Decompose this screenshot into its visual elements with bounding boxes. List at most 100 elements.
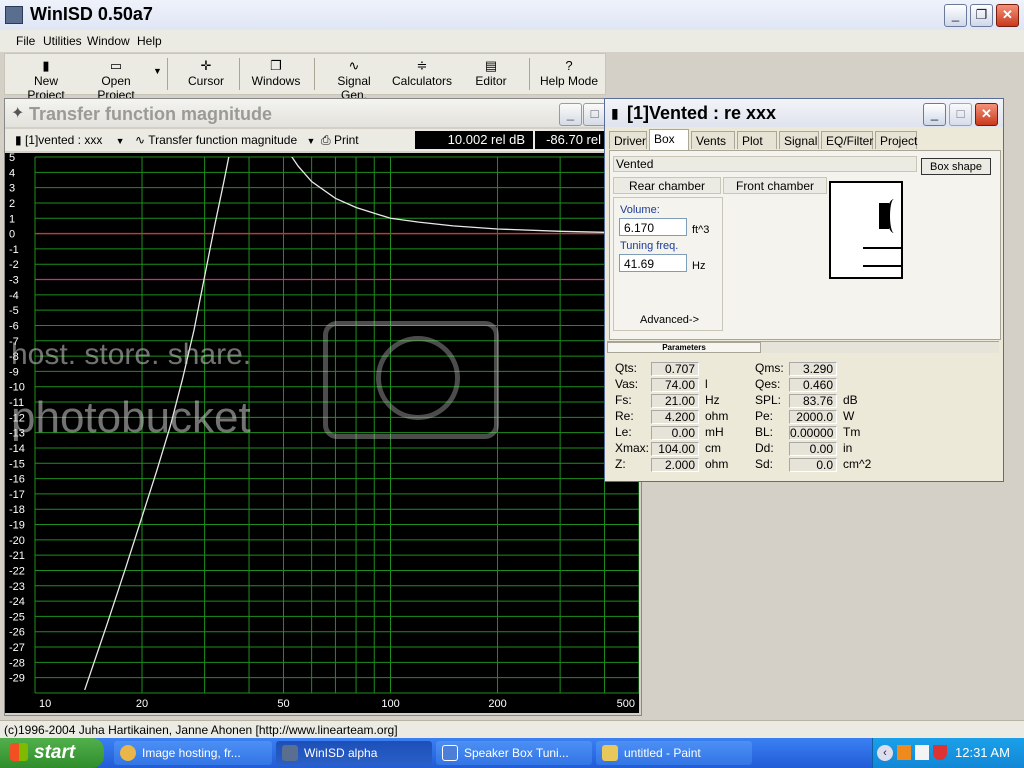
y-tick-label: -17 [9, 489, 25, 501]
printer-icon: ⎙ [321, 133, 331, 147]
y-tick-label: -21 [9, 550, 25, 562]
param-left-value: 4.200 [651, 410, 699, 424]
param-right-value: 0.460 [789, 378, 837, 392]
cursor-button[interactable]: ✛ Cursor [179, 58, 233, 88]
param-left-label: Vas: [615, 377, 639, 391]
windows-button[interactable]: ❐ Windows [248, 58, 304, 88]
tab-driver[interactable]: Driver [609, 131, 647, 149]
editor-button[interactable]: ▤ Editor [473, 58, 509, 88]
new-project-button[interactable]: ▮ New Project [15, 58, 77, 102]
y-tick-label: -18 [9, 504, 25, 516]
y-tick-label: -24 [9, 596, 25, 608]
param-left-unit: Hz [705, 393, 720, 407]
close-icon[interactable]: ✕ [996, 4, 1019, 27]
minimize-icon[interactable]: _ [944, 4, 967, 27]
print-button[interactable]: ⎙ Print [321, 133, 359, 148]
restore-icon[interactable]: ❐ [970, 4, 993, 27]
y-tick-label: 3 [9, 183, 15, 195]
folder-open-icon: ▭ [109, 58, 123, 73]
tray-shield-icon[interactable] [933, 745, 947, 760]
advanced-link[interactable]: Advanced-> [640, 314, 699, 326]
y-tick-label: -28 [9, 657, 25, 669]
param-right-label: Pe: [755, 409, 774, 423]
taskbar-item-label: WinISD alpha [304, 746, 378, 760]
vent-minimize-icon[interactable]: _ [923, 103, 946, 126]
y-tick-label: -25 [9, 611, 25, 623]
watermark-brand: photobucket [11, 393, 251, 442]
plot-window-title: Transfer function magnitude [29, 104, 273, 124]
tuning-freq-label: Tuning freq. [620, 240, 679, 252]
param-right-unit: cm^2 [843, 457, 872, 471]
calculators-button[interactable]: ≑ Calculators [392, 58, 452, 88]
project-select[interactable]: ▮ [1]vented : xxx ▼ [15, 133, 125, 147]
menu-utilities[interactable]: Utilities [43, 34, 82, 48]
y-tick-label: -2 [9, 259, 19, 271]
box-shape-button[interactable]: Box shape [921, 158, 991, 175]
menu-help[interactable]: Help [137, 34, 162, 48]
tray-network-icon[interactable] [915, 745, 929, 760]
taskbar-item-label: Image hosting, fr... [142, 746, 241, 760]
vent-maximize-icon[interactable]: □ [949, 103, 972, 126]
y-tick-label: -14 [9, 443, 25, 455]
param-right-value: 0.00000 [789, 426, 837, 440]
tab-signal[interactable]: Signal [779, 131, 819, 149]
start-button[interactable]: start [0, 738, 104, 768]
y-tick-label: -5 [9, 305, 19, 317]
taskbar-item-speaker-box[interactable]: Speaker Box Tuni... [436, 741, 592, 765]
menu-file[interactable]: File [16, 34, 35, 48]
camera-watermark-icon [323, 321, 499, 439]
front-chamber-button[interactable]: Front chamber [723, 177, 827, 194]
param-left-label: Le: [615, 425, 632, 439]
y-tick-label: -3 [9, 275, 19, 287]
tab-plot[interactable]: Plot [737, 131, 777, 149]
open-project-button[interactable]: ▭ Open Project [83, 58, 149, 102]
x-tick-label: 200 [488, 698, 506, 710]
menu-window[interactable]: Window [87, 34, 130, 48]
taskbar-item-browser[interactable]: Image hosting, fr... [114, 741, 272, 765]
tab-eq-filter[interactable]: EQ/Filter [821, 131, 873, 149]
x-tick-label: 50 [277, 698, 289, 710]
plot-maximize-icon[interactable]: □ [583, 103, 606, 126]
y-tick-label: -1 [9, 244, 19, 256]
tab-project[interactable]: Project [875, 131, 917, 149]
x-tick-label: 10 [39, 698, 51, 710]
graph-type-select[interactable]: ∿ Transfer function magnitude ▼ [135, 133, 315, 147]
window-doc-icon: ▮ [611, 105, 619, 121]
vented-window-title: [1]Vented : re xxx [627, 103, 777, 123]
param-left-value: 0.707 [651, 362, 699, 376]
help-icon: ? [565, 58, 573, 73]
param-left-unit: mH [705, 425, 724, 439]
x-tick-label: 20 [136, 698, 148, 710]
signal-icon: ∿ [135, 133, 146, 147]
watermark-tagline: host. store. share. [11, 338, 252, 371]
help-mode-button[interactable]: ? Help Mode [539, 58, 599, 88]
tray-expand-icon[interactable]: ‹ [877, 745, 893, 761]
tray-warning-icon[interactable] [897, 745, 911, 760]
param-left-label: Fs: [615, 393, 632, 407]
main-toolbar: ▮ New Project ▭ Open Project ▼ ✛ Cursor … [4, 53, 606, 102]
param-left-label: Re: [615, 409, 634, 423]
file-icon: ▮ [42, 58, 50, 73]
y-tick-label: -27 [9, 642, 25, 654]
tuning-freq-input[interactable]: 41.69 [619, 254, 687, 272]
taskbar-item-paint[interactable]: untitled - Paint [596, 741, 752, 765]
vent-close-icon[interactable]: ✕ [975, 103, 998, 126]
param-right-label: Sd: [755, 457, 774, 471]
tuning-freq-unit: Hz [692, 260, 706, 272]
tab-vents[interactable]: Vents [691, 131, 735, 149]
clock: 12:31 AM [955, 745, 1010, 760]
plot-minimize-icon[interactable]: _ [559, 103, 582, 126]
chevron-down-icon: ▼ [306, 136, 316, 146]
volume-input[interactable]: 6.170 [619, 218, 687, 236]
rear-chamber-button[interactable]: Rear chamber [613, 177, 721, 194]
taskbar-item-winisd[interactable]: WinISD alpha [276, 741, 432, 765]
transfer-function-chart[interactable]: 5 4 3 2 1 0 -1 -2 -3 -4 -5 -6 -7 -8 -9 -10 -11 -12 -13 -14-… [5, 152, 640, 713]
calculators-label: Calculators [392, 74, 453, 88]
paint-icon [602, 745, 618, 761]
y-tick-label: -22 [9, 565, 25, 577]
open-project-dropdown-icon[interactable]: ▼ [153, 66, 162, 76]
signal-gen-button[interactable]: ∿ Signal Gen. [323, 58, 385, 102]
taskbar-item-label: untitled - Paint [624, 746, 701, 760]
tab-box[interactable]: Box [649, 129, 689, 150]
box-type-field[interactable]: Vented [613, 156, 917, 172]
